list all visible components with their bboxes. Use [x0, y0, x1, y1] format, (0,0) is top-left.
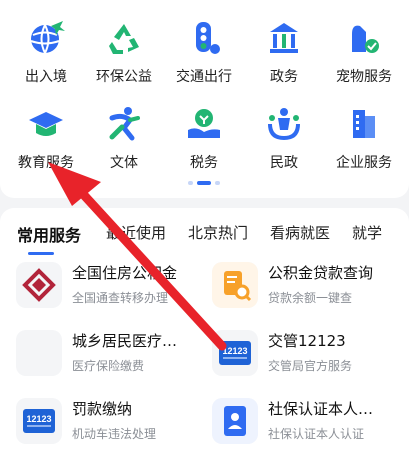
- svg-text:12123: 12123: [222, 346, 247, 356]
- service-tabs: 常用服务 最近使用 北京热门 看病就医 就学: [0, 222, 409, 255]
- category-label: 宠物服务: [336, 69, 392, 85]
- category-government[interactable]: 政务: [244, 18, 324, 86]
- service-housing-fund[interactable]: 全国住房公积金 全国通查转移办理: [16, 262, 206, 312]
- service-subtitle: 全国通查转移办理: [72, 291, 169, 305]
- category-label: 文体: [110, 155, 138, 171]
- loan-document-icon: [212, 262, 258, 308]
- service-title: 社保认证本人…: [268, 400, 374, 418]
- service-title: 全国住房公积金: [72, 264, 178, 282]
- category-culture-sports[interactable]: 文体: [84, 104, 164, 172]
- housing-fund-icon: [16, 262, 62, 308]
- traffic-light-icon: [196, 22, 220, 54]
- service-social-security-auth[interactable]: 社保认证本人… 社保认证本人认证: [212, 398, 402, 448]
- globe-plane-icon: [30, 21, 65, 54]
- category-label: 环保公益: [96, 69, 152, 85]
- page-indicator: [188, 181, 222, 185]
- service-fund-loan-query[interactable]: 公积金贷款查询 贷款余额一键查: [212, 262, 402, 312]
- active-tab-underline: [28, 252, 54, 255]
- service-subtitle: 交管局官方服务: [268, 359, 353, 373]
- service-subtitle: 机动车违法处理: [72, 427, 157, 441]
- pet-icon: [352, 25, 379, 53]
- recycle-icon: [109, 24, 139, 54]
- id-card-icon: [212, 398, 258, 444]
- service-medical-insurance[interactable]: 城乡居民医疗… 医疗保险缴费: [16, 330, 206, 380]
- category-label: 教育服务: [18, 155, 74, 171]
- service-fine-payment[interactable]: 12123 罚款缴纳 机动车违法处理: [16, 398, 206, 448]
- tab-recently-used[interactable]: 最近使用: [106, 222, 166, 243]
- medical-insurance-icon: [16, 330, 62, 376]
- category-label: 民政: [270, 155, 298, 171]
- service-title: 公积金贷款查询: [268, 264, 374, 282]
- category-civil-affairs[interactable]: 民政: [244, 104, 324, 172]
- category-label: 政务: [270, 69, 298, 85]
- category-environment[interactable]: 环保公益: [84, 18, 164, 86]
- service-subtitle: 社保认证本人认证: [268, 427, 365, 441]
- service-subtitle: 医疗保险缴费: [72, 359, 145, 373]
- service-title: 城乡居民医疗…: [72, 332, 178, 350]
- service-title: 罚款缴纳: [72, 400, 133, 418]
- service-traffic-12123[interactable]: 12123 交管12123 交管局官方服务: [212, 330, 402, 380]
- service-subtitle: 贷款余额一键查: [268, 291, 353, 305]
- government-building-icon: [270, 23, 298, 53]
- running-person-icon: [109, 107, 140, 141]
- tab-medical[interactable]: 看病就医: [270, 222, 330, 243]
- enterprise-building-icon: [353, 110, 375, 138]
- service-title: 交管12123: [268, 332, 346, 350]
- page-dot: [188, 181, 193, 185]
- svg-text:12123: 12123: [26, 414, 51, 424]
- category-exit-entry[interactable]: 出入境: [6, 18, 86, 86]
- traffic-12123-icon: 12123: [212, 330, 258, 376]
- category-label: 出入境: [25, 69, 67, 85]
- category-tax[interactable]: 税务: [164, 104, 244, 172]
- common-services-panel: 常用服务 最近使用 北京热门 看病就医 就学 全国住房公积金 全国通查转移办理 …: [0, 208, 409, 452]
- category-label: 交通出行: [176, 69, 232, 85]
- category-label: 税务: [190, 155, 218, 171]
- people-icon: [268, 108, 300, 141]
- service-category-panel: 出入境 环保公益 交通出行 政务 宠物服务 教育服务 文体 税务 民政 企业服务: [0, 0, 409, 198]
- category-pet[interactable]: 宠物服务: [324, 18, 404, 86]
- tab-schooling[interactable]: 就学: [352, 222, 382, 243]
- category-enterprise[interactable]: 企业服务: [324, 104, 404, 172]
- category-transport[interactable]: 交通出行: [164, 18, 244, 86]
- page-dot: [215, 181, 220, 185]
- tax-hand-icon: [188, 109, 220, 138]
- fine-12123-icon: 12123: [16, 398, 62, 444]
- graduation-cap-icon: [29, 112, 63, 136]
- category-label: 企业服务: [336, 155, 392, 171]
- tab-beijing-popular[interactable]: 北京热门: [188, 222, 248, 243]
- page-dot-active: [197, 181, 211, 185]
- category-education[interactable]: 教育服务: [6, 104, 86, 172]
- tab-common-services[interactable]: 常用服务: [17, 222, 81, 246]
